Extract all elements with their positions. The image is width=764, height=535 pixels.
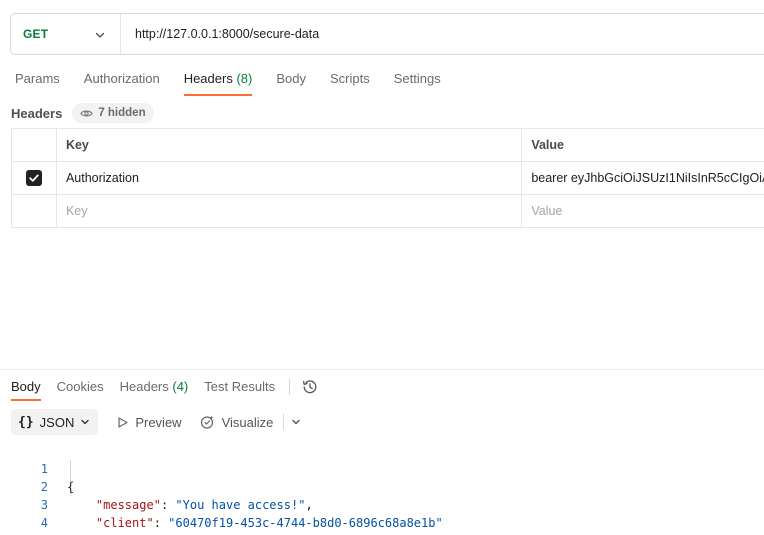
- json-trailing: ,: [305, 498, 313, 512]
- tab-body[interactable]: Body: [264, 64, 318, 96]
- method-selector[interactable]: GET: [11, 14, 121, 54]
- tab-label: Headers: [183, 71, 233, 86]
- format-label: JSON: [39, 414, 75, 430]
- tab-label: Body: [276, 71, 306, 86]
- tab-label: Cookies: [56, 379, 104, 394]
- tab-authorization[interactable]: Authorization: [72, 64, 172, 96]
- tab-label: Body: [11, 379, 41, 394]
- play-icon: [118, 416, 128, 428]
- tab-params[interactable]: Params: [0, 64, 72, 96]
- visualize-label: Visualize: [221, 414, 274, 430]
- json-key: "client": [95, 516, 154, 530]
- table-header-row: Key Value: [12, 129, 764, 162]
- json-separator: :: [153, 516, 169, 530]
- headers-title: Headers: [11, 105, 63, 121]
- response-tab-body[interactable]: Body: [0, 373, 49, 401]
- tab-label: Test Results: [204, 379, 276, 394]
- tab-scripts[interactable]: Scripts: [318, 64, 382, 96]
- tab-headers[interactable]: Headers (8): [172, 64, 265, 96]
- response-tab-headers[interactable]: Headers (4): [112, 373, 197, 401]
- tab-count: (4): [172, 379, 189, 394]
- json-separator: :: [160, 498, 176, 512]
- header-enabled-checkbox[interactable]: [25, 170, 42, 186]
- table-row: Authorization bearer eyJhbGciOiJSUzI1NiI…: [12, 162, 764, 195]
- json-value: "You have access!": [175, 498, 306, 512]
- response-divider: [0, 369, 764, 370]
- response-body-code: 1 { 2 "message": "You have access!", 3 "…: [0, 442, 443, 535]
- format-selector[interactable]: {} JSON: [11, 409, 99, 435]
- header-key-cell[interactable]: Authorization: [57, 162, 523, 194]
- value-column-header: Value: [522, 129, 764, 161]
- chevron-down-icon[interactable]: [290, 416, 302, 428]
- visualize-button[interactable]: Visualize: [200, 414, 274, 430]
- preview-label: Preview: [135, 414, 182, 430]
- json-value: "60470f19-453c-4744-b8d0-6896c68a8e1b": [168, 516, 443, 530]
- braces-icon: {}: [18, 414, 34, 430]
- headers-section-header: Headers 7 hidden: [11, 102, 154, 124]
- preview-button[interactable]: Preview: [116, 414, 182, 430]
- key-column-header: Key: [57, 129, 523, 161]
- code-line: 2 "message": "You have access!",: [0, 460, 313, 512]
- header-value-cell[interactable]: bearer eyJhbGciOiJSUzI1NiIsInR5cCIgOiA: [522, 162, 764, 194]
- json-key: "message": [95, 498, 161, 512]
- tab-label: Scripts: [329, 71, 370, 86]
- tab-label: Headers: [119, 379, 169, 394]
- request-url-bar: GET: [10, 13, 764, 55]
- new-key-input[interactable]: Key: [57, 195, 523, 227]
- history-icon[interactable]: [301, 378, 319, 396]
- request-tabs: Params Authorization Headers (8) Body Sc…: [0, 64, 453, 96]
- hidden-count-label: 7 hidden: [98, 107, 146, 119]
- eye-icon: [80, 110, 94, 116]
- response-tab-cookies[interactable]: Cookies: [49, 373, 112, 401]
- tab-label: Params: [15, 71, 60, 86]
- checkbox-cell: [12, 162, 57, 194]
- method-label: GET: [23, 27, 49, 41]
- chevron-down-icon: [95, 32, 105, 38]
- code-line: 1 {: [0, 442, 74, 494]
- code-line: 3 "client": "60470f19-453c-4744-b8d0-689…: [0, 478, 443, 530]
- tab-label: Settings: [393, 71, 441, 86]
- divider: [289, 379, 291, 395]
- response-tabs: Body Cookies Headers (4) Test Results: [0, 372, 319, 402]
- response-tab-test-results[interactable]: Test Results: [196, 373, 283, 401]
- new-value-input[interactable]: Value: [522, 195, 764, 227]
- divider: [283, 414, 285, 430]
- tab-count: (8): [236, 71, 253, 86]
- checkbox-column-header: [12, 129, 57, 161]
- chevron-down-icon: [81, 419, 90, 425]
- json-field: "client": "60470f19-453c-4744-b8d0-6896c…: [67, 514, 443, 532]
- checkbox-cell-empty: [12, 195, 57, 227]
- checkmark-icon: [29, 174, 39, 182]
- visualize-icon: [200, 415, 214, 429]
- tab-settings[interactable]: Settings: [382, 64, 453, 96]
- body-toolbar: {} JSON Preview Visualize: [11, 409, 302, 435]
- line-number: 4: [40, 516, 48, 530]
- tab-label: Authorization: [83, 71, 160, 86]
- url-input[interactable]: [121, 27, 721, 41]
- json-open-brace: {: [67, 480, 75, 494]
- table-row-new: Key Value: [12, 195, 764, 228]
- hidden-headers-toggle[interactable]: 7 hidden: [72, 103, 154, 123]
- json-field: "message": "You have access!",: [67, 496, 313, 514]
- code-line: 4 }: [0, 496, 74, 535]
- headers-table: Key Value Authorization bearer eyJhbGciO…: [11, 128, 764, 228]
